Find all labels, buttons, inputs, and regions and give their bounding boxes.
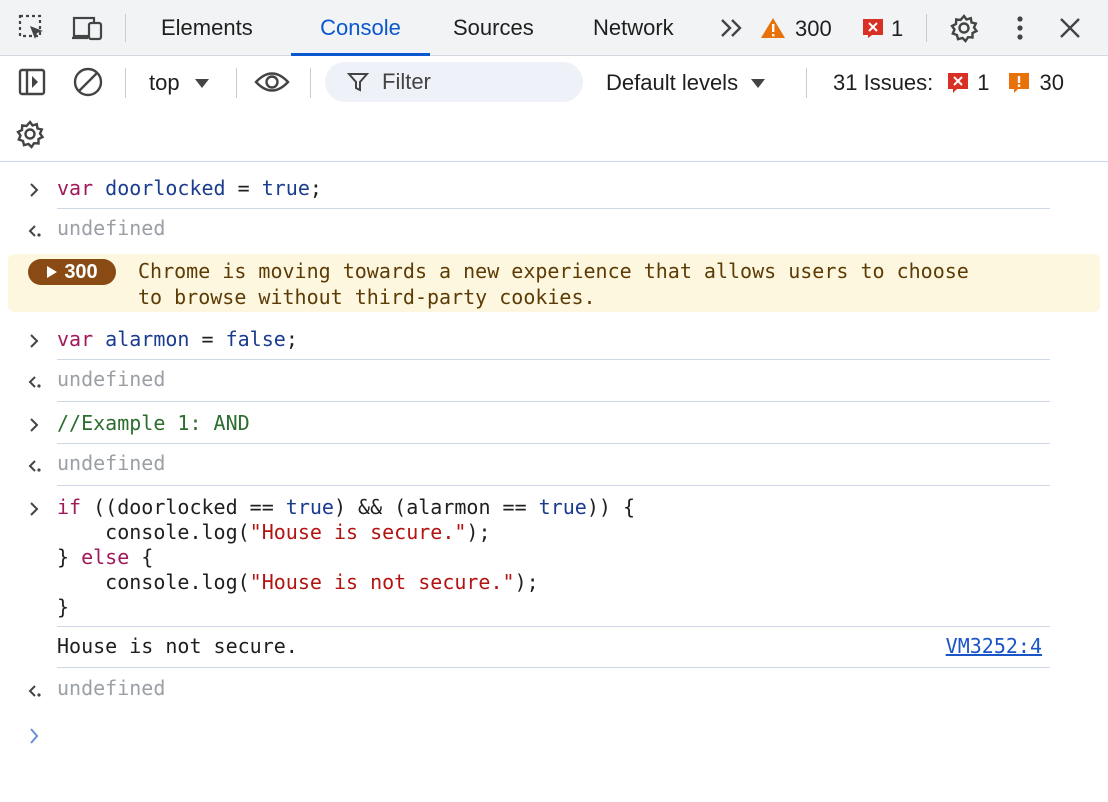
error-icon[interactable]: [856, 10, 890, 46]
warning-text: Chrome is moving towards a new experienc…: [138, 259, 969, 309]
code-text: var doorlocked = true;: [57, 176, 322, 200]
chevron-down-icon: [751, 79, 766, 88]
code-comment: //Example 1: AND: [57, 411, 250, 435]
warning-repeat-badge[interactable]: 300: [28, 259, 116, 285]
error-icon: [948, 73, 969, 93]
context-selector[interactable]: top: [149, 70, 210, 96]
clear-console-icon[interactable]: [70, 64, 106, 100]
filter-icon: [347, 73, 369, 92]
chevron-right-icon: [22, 329, 46, 353]
console-output[interactable]: var doorlocked = true; undefined 300 Chr…: [0, 162, 1108, 802]
gear-icon[interactable]: [946, 10, 982, 46]
warning-issue-icon: [1008, 73, 1029, 93]
close-icon[interactable]: [1052, 10, 1088, 46]
return-arrow-icon: [22, 219, 46, 243]
tab-elements[interactable]: Elements: [161, 0, 253, 56]
issues-label: 31 Issues:: [833, 70, 934, 95]
result-undefined: undefined: [57, 216, 166, 240]
code-text: var alarmon = false;: [57, 327, 298, 351]
tab-elements-label: Elements: [161, 15, 253, 40]
filter-placeholder: Filter: [382, 69, 431, 94]
log-levels-dropdown[interactable]: Default levels: [606, 70, 766, 96]
console-prompt[interactable]: [0, 722, 1108, 750]
filter-input[interactable]: Filter: [325, 62, 583, 102]
log-message: House is not secure.: [57, 634, 298, 658]
result-undefined: undefined: [57, 451, 166, 475]
tab-console-label: Console: [320, 15, 401, 40]
tab-network[interactable]: Network: [593, 0, 674, 56]
code-block: if ((doorlocked == true) && (alarmon == …: [57, 495, 636, 619]
chevron-down-icon: [194, 79, 209, 88]
return-arrow-icon: [22, 454, 46, 478]
more-tabs-icon[interactable]: [714, 10, 750, 46]
tab-sources[interactable]: Sources: [453, 0, 534, 56]
context-selector-label: top: [149, 70, 180, 95]
tab-sources-label: Sources: [453, 15, 534, 40]
device-toolbar-icon[interactable]: [70, 10, 106, 46]
console-warning-message[interactable]: 300 Chrome is moving towards a new exper…: [8, 254, 1100, 312]
chevron-right-icon: [22, 178, 46, 202]
warning-count: 300: [64, 260, 98, 283]
result-undefined: undefined: [57, 367, 166, 391]
log-levels-label: Default levels: [606, 70, 739, 95]
devtools-tabbar: Elements Console Sources Network 300 1: [0, 0, 1108, 56]
return-arrow-icon: [22, 679, 46, 703]
issues-button[interactable]: 31 Issues: 1 30: [833, 70, 1064, 96]
warnings-count[interactable]: 300: [795, 16, 832, 42]
source-location-link[interactable]: VM3252:4: [946, 634, 1042, 659]
chevron-right-icon: [22, 413, 46, 437]
issues-warnings-count: 30: [1039, 70, 1065, 95]
sidebar-toggle-icon[interactable]: [14, 64, 50, 100]
errors-count[interactable]: 1: [891, 16, 903, 42]
tab-network-label: Network: [593, 15, 674, 40]
result-undefined: undefined: [57, 676, 166, 700]
chevron-right-icon: [22, 497, 46, 521]
live-expression-icon[interactable]: [254, 64, 290, 100]
issues-errors-count: 1: [977, 70, 990, 95]
kebab-menu-icon[interactable]: [1002, 10, 1038, 46]
inspect-element-icon[interactable]: [14, 10, 50, 46]
return-arrow-icon: [22, 370, 46, 394]
expand-triangle-icon: [47, 266, 58, 278]
tab-console[interactable]: Console: [291, 0, 430, 56]
warning-triangle-icon[interactable]: [756, 10, 790, 46]
console-settings-gear-icon[interactable]: [12, 116, 48, 152]
prompt-chevron-icon: [22, 724, 46, 748]
